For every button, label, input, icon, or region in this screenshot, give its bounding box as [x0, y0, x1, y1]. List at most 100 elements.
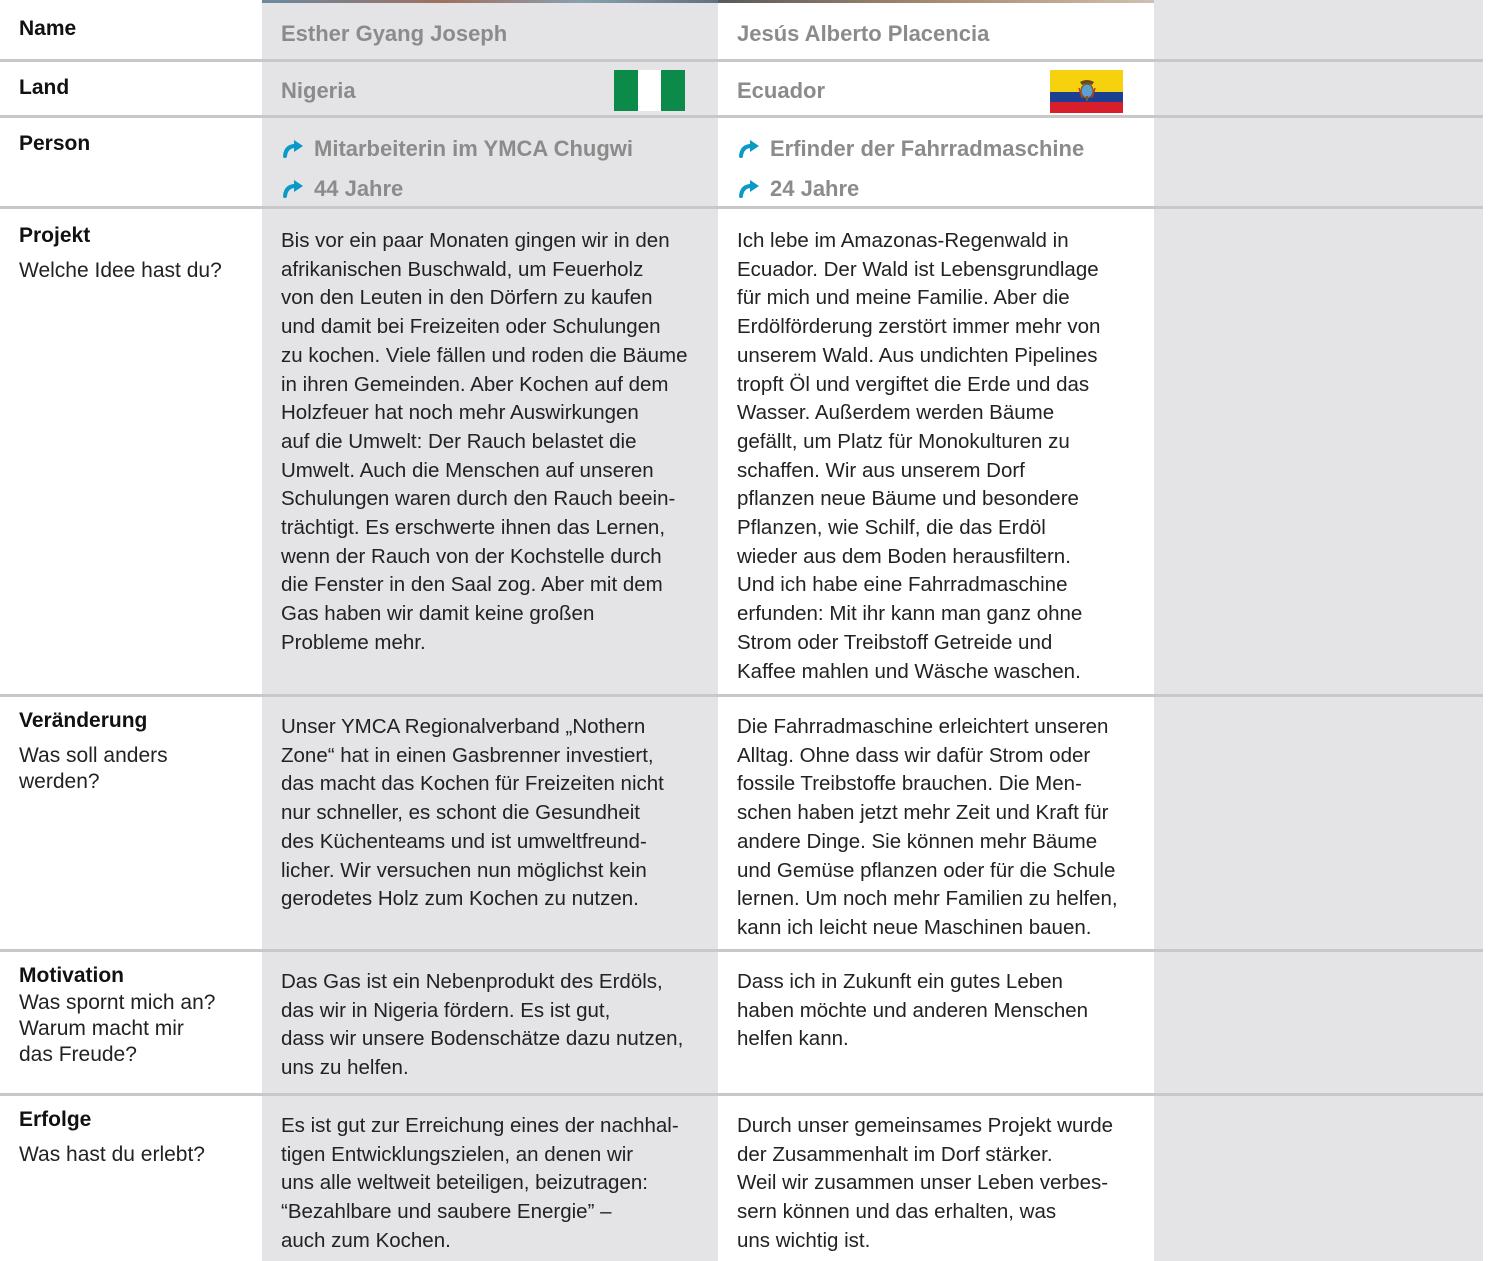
- text-line: Unser YMCA Regionalverband „Nothern: [281, 715, 646, 738]
- cell-veraenderung-3: [1154, 694, 1483, 949]
- text-line: Alltag. Ohne dass wir dafür Strom oder: [737, 743, 1091, 767]
- text-line: erfunden: Mit ihr kann man ganz ohne: [737, 602, 1083, 626]
- text-line: Pflanzen, wie Schilf, die das Erdöl: [737, 516, 1046, 540]
- text-line: Weil wir zusammen unser Leben verbes-: [737, 1171, 1109, 1195]
- cell-name-3: [1154, 0, 1483, 59]
- label-projekt: Projekt: [19, 224, 91, 247]
- row-label-projekt: Projekt Welche Idee hast du?: [0, 206, 262, 694]
- text-line: der Zusammenhalt im Dorf stärker.: [737, 1142, 1053, 1166]
- row-label-veraenderung: Veränderung Was soll anders werden?: [0, 694, 262, 949]
- cell-motivation-1: Das Gas ist ein Nebenprodukt des Erdöls,…: [262, 949, 718, 1093]
- label-erfolge: Erfolge: [19, 1108, 92, 1131]
- cell-veraenderung-2: Die Fahrradmaschine erleichtert unseren A…: [718, 694, 1154, 949]
- text-line: Umwelt. Auch die Menschen auf unseren: [281, 458, 654, 482]
- curved-arrow-icon: [283, 140, 303, 158]
- text-line: Gas haben wir damit keine großen: [281, 602, 595, 626]
- fact-text: 24 Jahre: [770, 176, 860, 201]
- text-line: trächtigt. Es erschwerte ihnen das Lerne…: [281, 516, 666, 540]
- veraenderung-text: Unser YMCA Regionalverband „Nothern Zone“…: [281, 709, 700, 914]
- text-line: zu kochen. Viele fällen und roden die Bä…: [281, 343, 688, 367]
- cell-veraenderung-1: Unser YMCA Regionalverband „Nothern Zone“…: [262, 694, 718, 949]
- text-line: Kaffee mahlen und Wäsche waschen.: [737, 659, 1081, 683]
- cell-projekt-1: Bis vor ein paar Monaten gingen wir in d…: [262, 206, 718, 694]
- cell-motivation-2: Dass ich in Zukunft ein gutes Leben haben…: [718, 949, 1154, 1093]
- curved-arrow-icon: [739, 140, 759, 158]
- fact-item: 44 Jahre: [281, 173, 700, 203]
- question-motivation: Was spornt mich an? Warum macht mir das Fr…: [19, 990, 244, 1068]
- text-line: wenn der Rauch von der Kochstelle durch: [281, 544, 662, 568]
- text-line: kann ich leicht neue Maschinen bauen.: [737, 915, 1092, 939]
- nigeria-flag-icon: [614, 70, 686, 111]
- text-line: fossile Treibstoffe brauchen. Die Men-: [737, 772, 1082, 796]
- fact-text: Mitarbeiterin im YMCA Chugwi: [314, 136, 634, 161]
- text-line: auch zum Kochen.: [281, 1228, 451, 1252]
- text-line: gefällt, um Platz für Monokulturen zu: [737, 429, 1070, 453]
- text-line: schen haben jetzt mehr Zeit und Kraft fü…: [737, 801, 1109, 825]
- text-line: Wasser. Außerdem werden Bäume: [737, 401, 1055, 425]
- text-line: nur schneller, es schont die Gesundheit: [281, 801, 640, 825]
- text-line: Was spornt mich an?: [19, 991, 216, 1014]
- text-line: Dass ich in Zukunft ein gutes Leben: [737, 970, 1063, 993]
- text-line: tropft Öl und vergiftet die Erde und das: [737, 372, 1090, 396]
- cell-person-2: Erfinder der Fahrradmaschine 24 Jahre: [718, 115, 1154, 206]
- right-margin: [1483, 0, 1491, 1261]
- cell-land-2: Ecuador: [718, 59, 1154, 115]
- row-label-land: Land: [0, 59, 262, 115]
- cell-land-3: [1154, 59, 1483, 115]
- projekt-text: Bis vor ein paar Monaten gingen wir in d…: [281, 223, 700, 658]
- erfolge-text: Durch unser gemeinsames Projekt wurde der…: [737, 1108, 1136, 1256]
- label-motivation: Motivation: [19, 964, 124, 987]
- text-line: schaffen. Wir aus unserem Dorf: [737, 458, 1025, 482]
- cell-erfolge-2: Durch unser gemeinsames Projekt wurde der…: [718, 1093, 1154, 1261]
- ecuador-emblem-icon: [1078, 80, 1096, 101]
- fact-item: Mitarbeiterin im YMCA Chugwi: [281, 133, 700, 163]
- row-label-erfolge: Erfolge Was hast du erlebt?: [0, 1093, 262, 1261]
- text-line: andere Dinge. Sie können mehr Bäume: [737, 829, 1098, 853]
- text-line: Ecuador. Der Wald ist Lebensgrundlage: [737, 257, 1099, 281]
- text-line: unserem Wald. Aus undichten Pipelines: [737, 343, 1098, 367]
- text-line: Es ist gut zur Erreichung eines der nach…: [281, 1114, 679, 1137]
- curved-arrow-icon: [283, 180, 303, 198]
- profile-table: Name Esther Gyang Joseph Jesús Alberto P…: [0, 0, 1483, 1261]
- text-line: lernen. Um noch mehr Familien zu helfen,: [737, 887, 1118, 911]
- text-line: pflanzen neue Bäume und besondere: [737, 487, 1079, 511]
- fact-text: Erfinder der Fahrradmaschine: [770, 136, 1085, 161]
- text-line: die Fenster in den Saal zog. Aber mit de…: [281, 573, 663, 597]
- question-erfolge: Was hast du erlebt?: [19, 1143, 205, 1166]
- fact-text: 44 Jahre: [314, 176, 404, 201]
- text-line: das Freude?: [19, 1043, 137, 1066]
- fact-item: Erfinder der Fahrradmaschine: [737, 133, 1136, 163]
- person-name: Esther Gyang Joseph: [281, 21, 508, 46]
- cell-projekt-2: Ich lebe im Amazonas-Regenwald in Ecuador…: [718, 206, 1154, 694]
- text-line: licher. Wir versuchen nun möglichst kein: [281, 858, 647, 882]
- text-line: Strom oder Treibstoff Getreide und: [737, 630, 1053, 654]
- text-line: Schulungen waren durch den Rauch beein-: [281, 487, 676, 511]
- text-line: uns wichtig ist.: [737, 1228, 871, 1252]
- text-line: Was soll anders: [19, 744, 168, 767]
- cell-land-1: Nigeria: [262, 59, 718, 115]
- text-line: das macht das Kochen für Freizeiten nich…: [281, 772, 664, 796]
- cell-erfolge-3: [1154, 1093, 1483, 1261]
- text-line: Probleme mehr.: [281, 630, 426, 654]
- person-name: Jesús Alberto Placencia: [737, 21, 990, 46]
- text-line: Das Gas ist ein Nebenprodukt des Erdöls,: [281, 970, 663, 993]
- text-line: in ihren Gemeinden. Aber Kochen auf dem: [281, 372, 669, 396]
- label-name: Name: [19, 17, 77, 40]
- veraenderung-text: Die Fahrradmaschine erleichtert unseren A…: [737, 709, 1136, 943]
- fact-item: 24 Jahre: [737, 173, 1136, 203]
- text-line: von den Leuten in den Dörfern zu kaufen: [281, 286, 653, 310]
- text-line: das wir in Nigeria fördern. Es ist gut,: [281, 998, 611, 1022]
- cell-person-3: [1154, 115, 1483, 206]
- text-line: Bis vor ein paar Monaten gingen wir in d…: [281, 229, 670, 252]
- text-line: wieder aus dem Boden herausfiltern.: [737, 544, 1071, 568]
- motivation-text: Dass ich in Zukunft ein gutes Leben haben…: [737, 964, 1136, 1054]
- question-projekt: Welche Idee hast du?: [19, 259, 222, 282]
- cell-name-2: Jesús Alberto Placencia: [718, 0, 1154, 59]
- text-line: Erdölförderung zerstört immer mehr von: [737, 315, 1101, 339]
- text-line: gerodetes Holz zum Kochen zu nutzen.: [281, 887, 639, 911]
- cell-person-1: Mitarbeiterin im YMCA Chugwi 44 Jahre: [262, 115, 718, 206]
- erfolge-text: Es ist gut zur Erreichung eines der nach…: [281, 1108, 700, 1256]
- text-line: “Bezahlbare und saubere Energie” –: [281, 1200, 612, 1224]
- row-label-person: Person: [0, 115, 262, 206]
- text-line: auf die Umwelt: Der Rauch belastet die: [281, 429, 637, 453]
